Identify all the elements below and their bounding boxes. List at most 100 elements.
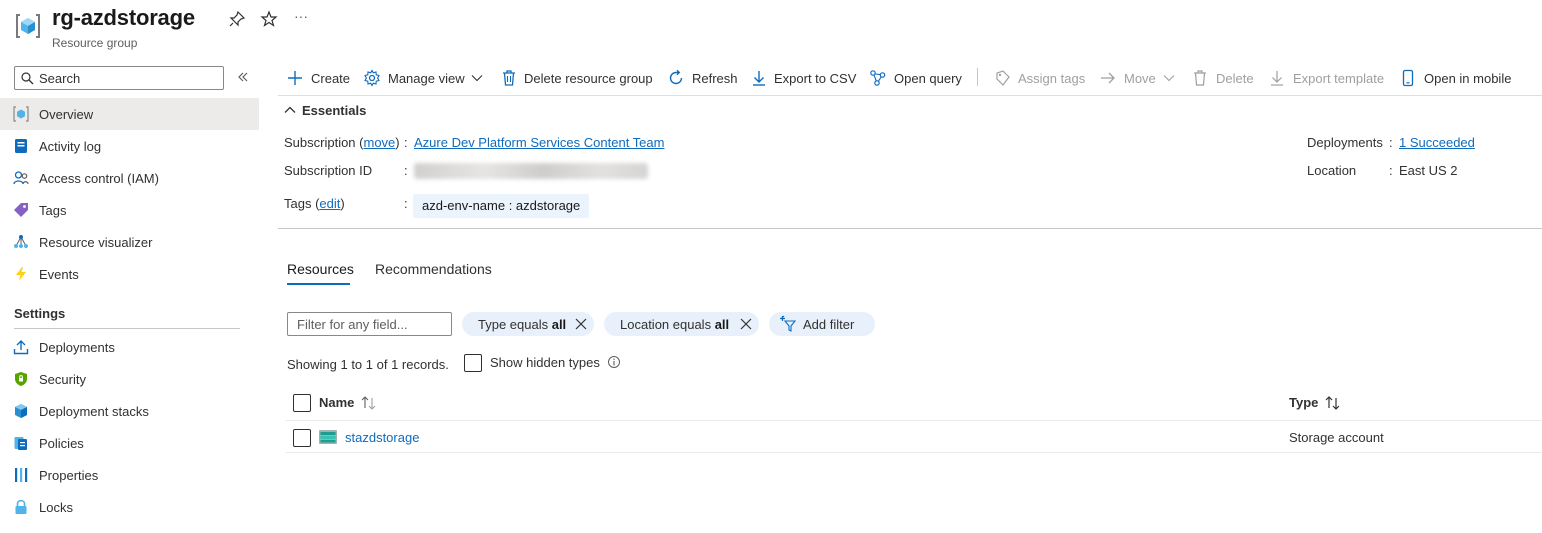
toolbar-divider	[278, 95, 1542, 96]
show-hidden-types-checkbox[interactable]	[464, 354, 482, 372]
column-header-type[interactable]: Type	[1289, 395, 1318, 410]
assign-tags-button[interactable]: Assign tags	[994, 64, 1086, 92]
refresh-button[interactable]: Refresh	[667, 64, 738, 92]
sidebar-item-deployment-stacks[interactable]: Deployment stacks	[0, 395, 259, 427]
sidebar-item-label: Resource visualizer	[39, 235, 153, 250]
sidebar-item-locks[interactable]: Locks	[0, 491, 259, 523]
more-options-button[interactable]: ···	[294, 8, 308, 24]
add-filter-icon	[780, 315, 797, 332]
settings-section-title: Settings	[14, 306, 66, 321]
close-icon[interactable]	[574, 317, 588, 331]
subscription-label: Subscription	[284, 135, 356, 150]
active-tab-indicator	[287, 283, 350, 285]
resource-type: Storage account	[1289, 430, 1384, 445]
edit-tags-link[interactable]: edit	[319, 196, 340, 211]
move-button[interactable]: Move	[1099, 64, 1179, 92]
sidebar-item-label: Tags	[39, 203, 67, 218]
colon: :	[404, 163, 408, 178]
sidebar-item-overview[interactable]: Overview	[0, 98, 259, 130]
resource-group-icon	[13, 106, 29, 122]
sidebar-item-label: Properties	[39, 468, 99, 483]
type-filter-prefix: Type equals	[478, 317, 552, 332]
chevron-down-icon	[471, 75, 483, 82]
sort-icon[interactable]	[360, 395, 378, 411]
sidebar-item-security[interactable]: Security	[0, 363, 259, 395]
star-icon[interactable]	[260, 10, 278, 28]
location-label: Location	[1307, 163, 1357, 178]
export-csv-label: Export to CSV	[774, 71, 857, 86]
sidebar-item-label: Security	[39, 372, 86, 387]
tab-resources[interactable]: Resources	[287, 261, 354, 277]
subscription-id-label: Subscription ID	[284, 163, 373, 178]
sidebar-item-activity-log[interactable]: Activity log	[0, 130, 259, 162]
row-divider	[286, 452, 1542, 453]
colon: :	[1389, 163, 1393, 178]
sidebar-item-label: Policies	[39, 436, 84, 451]
close-icon[interactable]	[739, 317, 753, 331]
sidebar-item-label: Access control (IAM)	[39, 171, 159, 186]
manage-view-label: Manage view	[388, 71, 465, 86]
open-in-mobile-label: Open in mobile	[1424, 71, 1512, 86]
sidebar-item-deployments[interactable]: Deployments	[0, 331, 259, 363]
people-icon	[13, 171, 29, 185]
colon: :	[404, 196, 408, 211]
sidebar-item-access-control[interactable]: Access control (IAM)	[0, 162, 259, 194]
delete-button[interactable]: Delete	[1191, 64, 1255, 92]
type-filter-pill[interactable]: Type equals all	[462, 312, 594, 336]
location-value: East US 2	[1399, 163, 1458, 178]
tab-recommendations[interactable]: Recommendations	[375, 261, 492, 277]
tag-chip: azd-env-name : azdstorage	[413, 194, 590, 218]
sidebar-search-input[interactable]: Search	[14, 66, 224, 90]
location-filter-value: all	[714, 317, 730, 332]
assign-tags-label: Assign tags	[1018, 71, 1086, 86]
sidebar-item-label: Deployments	[39, 340, 115, 355]
add-filter-button[interactable]: Add filter	[769, 312, 875, 336]
essentials-title: Essentials	[302, 103, 367, 118]
export-csv-button[interactable]: Export to CSV	[750, 64, 856, 92]
sidebar-item-resource-visualizer[interactable]: Resource visualizer	[0, 226, 259, 258]
column-header-name[interactable]: Name	[319, 395, 354, 410]
chevron-up-icon	[284, 106, 296, 113]
location-filter-pill[interactable]: Location equals all	[604, 312, 759, 336]
shield-icon	[15, 372, 27, 386]
select-all-checkbox[interactable]	[293, 394, 311, 412]
sidebar-item-label: Overview	[39, 107, 94, 122]
toolbar-separator	[977, 68, 978, 86]
open-query-button[interactable]: Open query	[869, 64, 964, 92]
sidebar-item-policies[interactable]: Policies	[0, 427, 259, 459]
manage-view-button[interactable]: Manage view	[363, 64, 487, 92]
search-icon	[21, 72, 34, 85]
sidebar-item-events[interactable]: Events	[0, 258, 259, 290]
row-checkbox[interactable]	[293, 429, 311, 447]
lightning-icon	[16, 267, 26, 281]
info-icon[interactable]	[607, 355, 621, 369]
settings-divider	[14, 328, 240, 329]
collapse-sidebar-icon[interactable]	[236, 70, 250, 84]
stack-icon	[15, 404, 27, 418]
page-header: rg-azdstorage Resource group ···	[0, 0, 1542, 58]
move-label: Move	[1124, 71, 1156, 86]
sidebar-item-properties[interactable]: Properties	[0, 459, 259, 491]
upload-icon	[13, 340, 29, 355]
pin-icon[interactable]	[228, 10, 246, 28]
storage-account-icon	[319, 430, 337, 444]
resource-name-link[interactable]: stazdstorage	[345, 430, 419, 445]
create-button[interactable]: Create	[286, 64, 352, 92]
sort-icon[interactable]	[1324, 395, 1342, 411]
mobile-icon	[1402, 69, 1414, 87]
open-in-mobile-button[interactable]: Open in mobile	[1399, 64, 1517, 92]
type-filter-label: Type equals all	[478, 317, 566, 332]
move-link[interactable]: move	[364, 135, 396, 150]
properties-icon	[15, 468, 28, 482]
export-template-button[interactable]: Export template	[1268, 64, 1386, 92]
deployments-link[interactable]: 1 Succeeded	[1399, 135, 1475, 150]
visualizer-icon	[14, 235, 28, 248]
plus-icon	[288, 71, 302, 85]
delete-resource-group-button[interactable]: Delete resource group	[500, 64, 654, 92]
create-label: Create	[311, 71, 351, 86]
subscription-link[interactable]: Azure Dev Platform Services Content Team	[414, 135, 664, 150]
sidebar-item-tags[interactable]: Tags	[0, 194, 259, 226]
tags-key: Tags (edit)	[284, 196, 345, 211]
filter-input[interactable]: Filter for any field...	[287, 312, 452, 336]
open-query-label: Open query	[894, 71, 962, 86]
